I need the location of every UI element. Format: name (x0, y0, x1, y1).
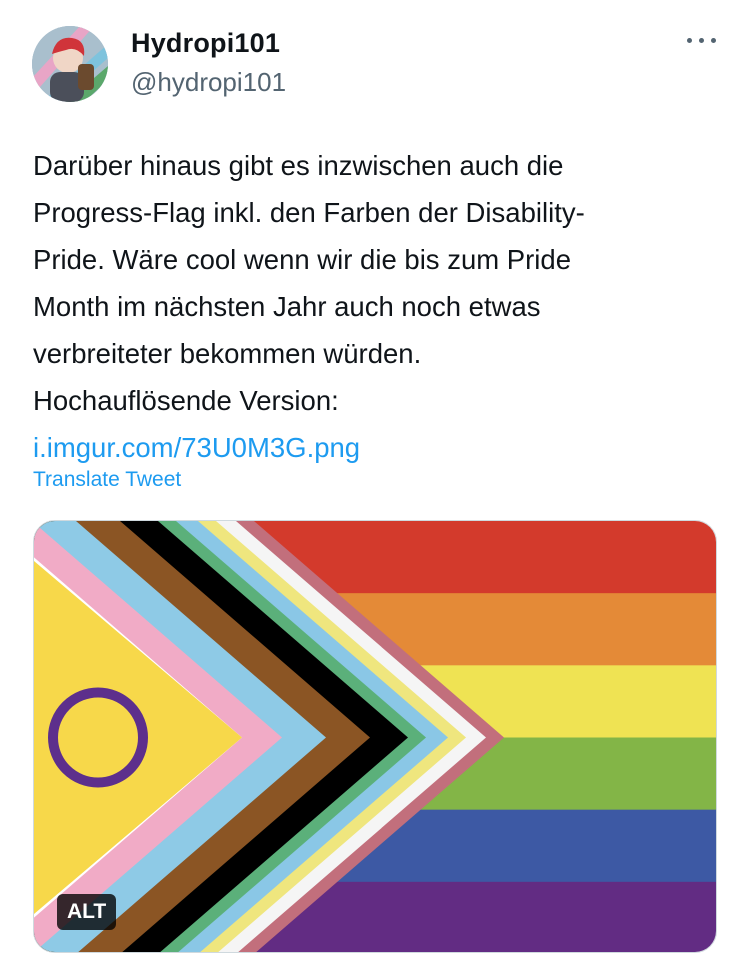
more-horizontal-icon-dot (699, 38, 704, 43)
more-options-button[interactable] (684, 30, 718, 50)
author-display-name[interactable]: Hydropi101 (131, 28, 280, 59)
avatar-image (32, 26, 108, 102)
more-horizontal-icon-dot (711, 38, 716, 43)
translate-tweet-link[interactable]: Translate Tweet (33, 468, 181, 492)
tweet-text-line: verbreiteter bekommen würden. (33, 338, 422, 369)
tweet-media-image[interactable] (33, 520, 717, 953)
alt-text-badge[interactable]: ALT (57, 894, 117, 930)
author-handle[interactable]: @hydropi101 (131, 67, 286, 98)
tweet-link[interactable]: i.imgur.com/73U0M3G.png (33, 432, 360, 463)
tweet-text-line: Pride. Wäre cool wenn wir die bis zum Pr… (33, 244, 571, 275)
more-horizontal-icon (687, 38, 692, 43)
tweet-text-line: Darüber hinaus gibt es inzwischen auch d… (33, 150, 564, 181)
avatar[interactable] (32, 26, 108, 102)
tweet-text-line: Hochauflösende Version: (33, 385, 339, 416)
tweet-text: Darüber hinaus gibt es inzwischen auch d… (33, 142, 723, 471)
tweet-text-line: Month im nächsten Jahr auch noch etwas (33, 291, 541, 322)
tweet-text-line: Progress-Flag inkl. den Farben der Disab… (33, 197, 585, 228)
progress-pride-flag-image (34, 521, 716, 952)
